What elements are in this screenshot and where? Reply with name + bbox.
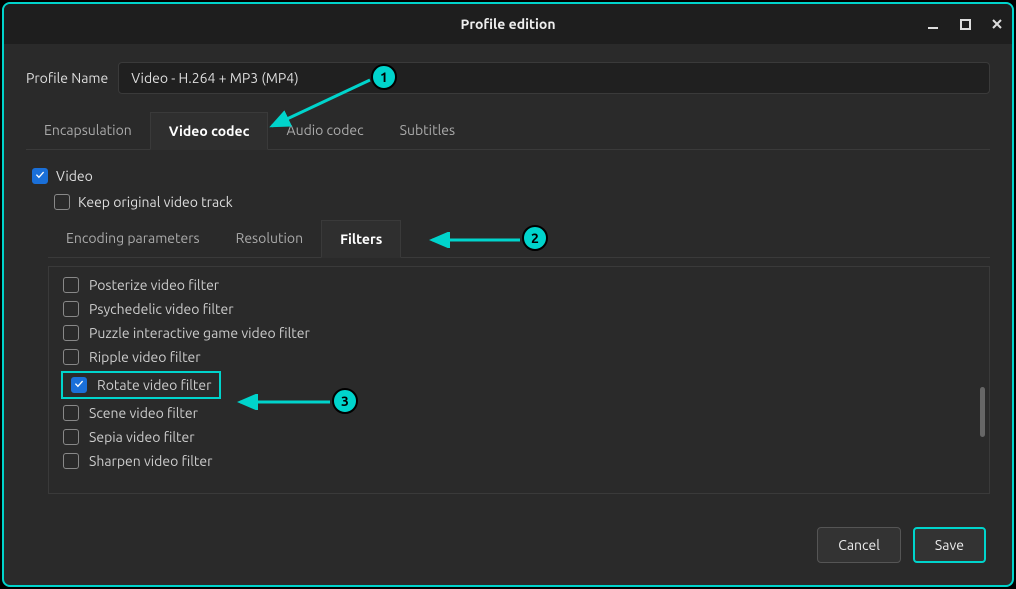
filter-puzzle-checkbox[interactable] <box>63 325 79 341</box>
tab-encapsulation[interactable]: Encapsulation <box>26 112 150 149</box>
tab-subtitles[interactable]: Subtitles <box>382 112 473 149</box>
keep-original-label: Keep original video track <box>78 194 233 210</box>
filter-ripple-checkbox[interactable] <box>63 349 79 365</box>
minimize-icon[interactable] <box>926 17 940 31</box>
window-title: Profile edition <box>460 16 555 32</box>
filter-psychedelic: Psychedelic video filter <box>53 297 985 321</box>
dialog-content: Profile Name Encapsulation Video codec A… <box>4 44 1012 512</box>
filter-puzzle: Puzzle interactive game video filter <box>53 321 985 345</box>
filter-sharpen-checkbox[interactable] <box>63 453 79 469</box>
filter-label: Scene video filter <box>89 405 198 421</box>
window-controls <box>926 4 1004 44</box>
profile-name-label: Profile Name <box>26 70 108 86</box>
filter-label: Sharpen video filter <box>89 453 212 469</box>
video-options: Keep original video track Encoding param… <box>48 194 990 494</box>
maximize-icon[interactable] <box>958 17 972 31</box>
filter-psychedelic-checkbox[interactable] <box>63 301 79 317</box>
subtab-encoding[interactable]: Encoding parameters <box>48 220 218 257</box>
filter-sepia: Sepia video filter <box>53 425 985 449</box>
filter-posterize: Posterize video filter <box>53 273 985 297</box>
subtab-filters[interactable]: Filters <box>321 220 401 258</box>
profile-edition-dialog: Profile edition Profile Name Encapsulati… <box>2 2 1014 587</box>
save-button[interactable]: Save <box>913 527 986 563</box>
filter-rotate: Rotate video filter <box>61 371 221 399</box>
scrollbar-thumb[interactable] <box>980 387 985 437</box>
filter-sharpen: Sharpen video filter <box>53 449 985 473</box>
filters-list[interactable]: Posterize video filter Psychedelic video… <box>48 266 990 494</box>
keep-original-row: Keep original video track <box>54 194 984 210</box>
cancel-button[interactable]: Cancel <box>817 527 901 563</box>
tab-video-codec[interactable]: Video codec <box>150 112 269 150</box>
tab-audio-codec[interactable]: Audio codec <box>268 112 381 149</box>
filter-scene: Scene video filter <box>53 401 985 425</box>
annotation-badge-3: 3 <box>332 388 358 414</box>
filter-label: Puzzle interactive game video filter <box>89 325 310 341</box>
video-enable-row: Video <box>32 168 984 184</box>
filter-rotate-checkbox[interactable] <box>71 377 87 393</box>
filter-label: Rotate video filter <box>97 377 211 393</box>
video-enable-checkbox[interactable] <box>32 168 48 184</box>
filter-sepia-checkbox[interactable] <box>63 429 79 445</box>
video-enable-label: Video <box>56 168 93 184</box>
filter-label: Ripple video filter <box>89 349 201 365</box>
filter-label: Psychedelic video filter <box>89 301 234 317</box>
sub-tabs: Encoding parameters Resolution Filters <box>48 220 990 258</box>
filter-label: Sepia video filter <box>89 429 195 445</box>
filter-ripple: Ripple video filter <box>53 345 985 369</box>
dialog-buttons: Cancel Save <box>817 527 986 563</box>
video-codec-panel: Video Keep original video track Encoding… <box>26 150 990 494</box>
profile-name-input[interactable] <box>118 62 990 94</box>
keep-original-checkbox[interactable] <box>54 194 70 210</box>
filter-posterize-checkbox[interactable] <box>63 277 79 293</box>
profile-name-row: Profile Name <box>26 62 990 94</box>
filter-scene-checkbox[interactable] <box>63 405 79 421</box>
close-icon[interactable] <box>990 17 1004 31</box>
titlebar: Profile edition <box>4 4 1012 44</box>
subtab-resolution[interactable]: Resolution <box>218 220 321 257</box>
annotation-badge-2: 2 <box>522 225 548 251</box>
annotation-badge-1: 1 <box>371 64 397 90</box>
main-tabs: Encapsulation Video codec Audio codec Su… <box>26 112 990 150</box>
filter-label: Posterize video filter <box>89 277 219 293</box>
